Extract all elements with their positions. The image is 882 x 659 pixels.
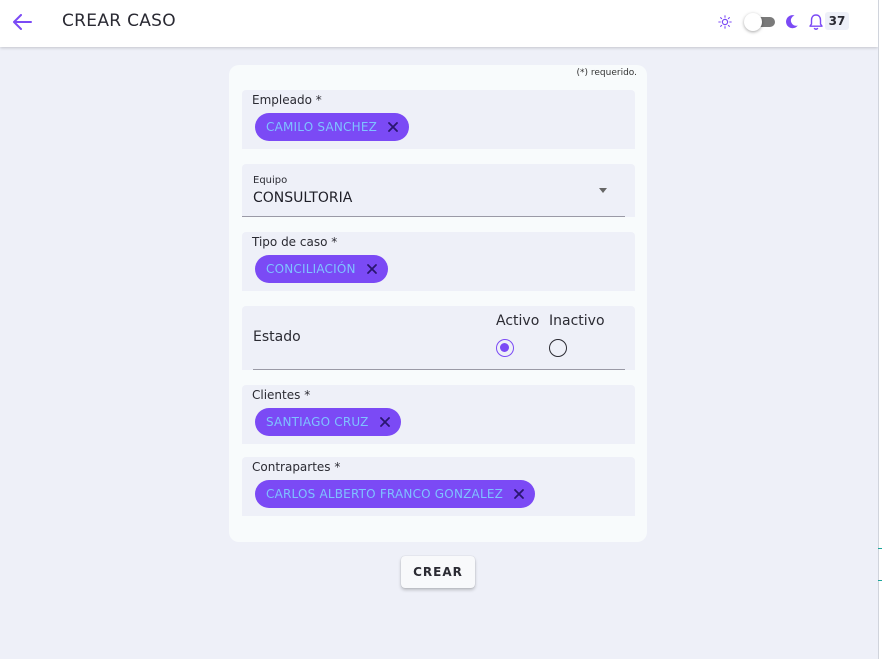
- chevron-down-icon[interactable]: [599, 188, 607, 193]
- tipo-caso-field[interactable]: Tipo de caso * CONCILIACIÓN: [242, 232, 635, 291]
- close-icon[interactable]: [387, 121, 399, 133]
- clientes-label: Clientes *: [252, 388, 311, 402]
- side-panel-edge: [878, 0, 882, 659]
- empleado-label: Empleado *: [252, 93, 322, 107]
- contrapartes-chip: CARLOS ALBERTO FRANCO GONZALEZ: [255, 480, 536, 508]
- radio-inactivo[interactable]: [549, 339, 567, 357]
- radio-activo[interactable]: [496, 339, 514, 357]
- field-underline: [242, 216, 625, 217]
- panel-marker: [878, 548, 882, 549]
- crear-button[interactable]: CREAR: [401, 556, 475, 588]
- contrapartes-label: Contrapartes *: [252, 460, 341, 474]
- contrapartes-field[interactable]: Contrapartes * CARLOS ALBERTO FRANCO GON…: [242, 457, 635, 516]
- chip-label: CAMILO SANCHEZ: [266, 120, 378, 134]
- estado-label: Estado: [253, 329, 301, 345]
- chip-label: CONCILIACIÓN: [266, 262, 356, 276]
- radio-label-activo: Activo: [496, 313, 540, 329]
- tipo-caso-chip: CONCILIACIÓN: [255, 255, 388, 283]
- clientes-field[interactable]: Clientes * SANTIAGO CRUZ: [242, 385, 635, 444]
- equipo-label: Equipo: [253, 175, 288, 186]
- bell-icon[interactable]: [808, 13, 824, 31]
- close-icon[interactable]: [379, 416, 391, 428]
- chip-label: CARLOS ALBERTO FRANCO GONZALEZ: [266, 487, 504, 501]
- required-note: (*) requerido.: [576, 68, 638, 78]
- page-title: CREAR CASO: [62, 11, 176, 31]
- notification-count-badge[interactable]: 37: [825, 12, 849, 30]
- empleado-field[interactable]: Empleado * CAMILO SANCHEZ: [242, 90, 635, 149]
- panel-marker: [878, 580, 882, 581]
- close-icon[interactable]: [513, 488, 525, 500]
- tipo-caso-label: Tipo de caso *: [252, 235, 338, 249]
- estado-radio-group: Estado Activo Inactivo: [242, 306, 635, 370]
- create-case-form: (*) requerido. Empleado * CAMILO SANCHEZ…: [229, 65, 647, 542]
- back-arrow-icon[interactable]: [10, 10, 34, 34]
- equipo-value: CONSULTORIA: [253, 190, 353, 206]
- top-app-bar: CREAR CASO 37: [0, 0, 878, 47]
- moon-icon: [786, 15, 798, 29]
- clientes-chip: SANTIAGO CRUZ: [255, 408, 401, 436]
- empleado-chip: CAMILO SANCHEZ: [255, 113, 410, 141]
- sun-icon: [718, 15, 732, 29]
- chip-label: SANTIAGO CRUZ: [266, 415, 369, 429]
- radio-label-inactivo: Inactivo: [549, 313, 605, 329]
- theme-toggle[interactable]: [744, 13, 776, 31]
- close-icon[interactable]: [366, 263, 378, 275]
- equipo-select[interactable]: Equipo CONSULTORIA: [242, 164, 635, 217]
- toggle-knob: [744, 13, 762, 31]
- field-underline: [253, 369, 625, 370]
